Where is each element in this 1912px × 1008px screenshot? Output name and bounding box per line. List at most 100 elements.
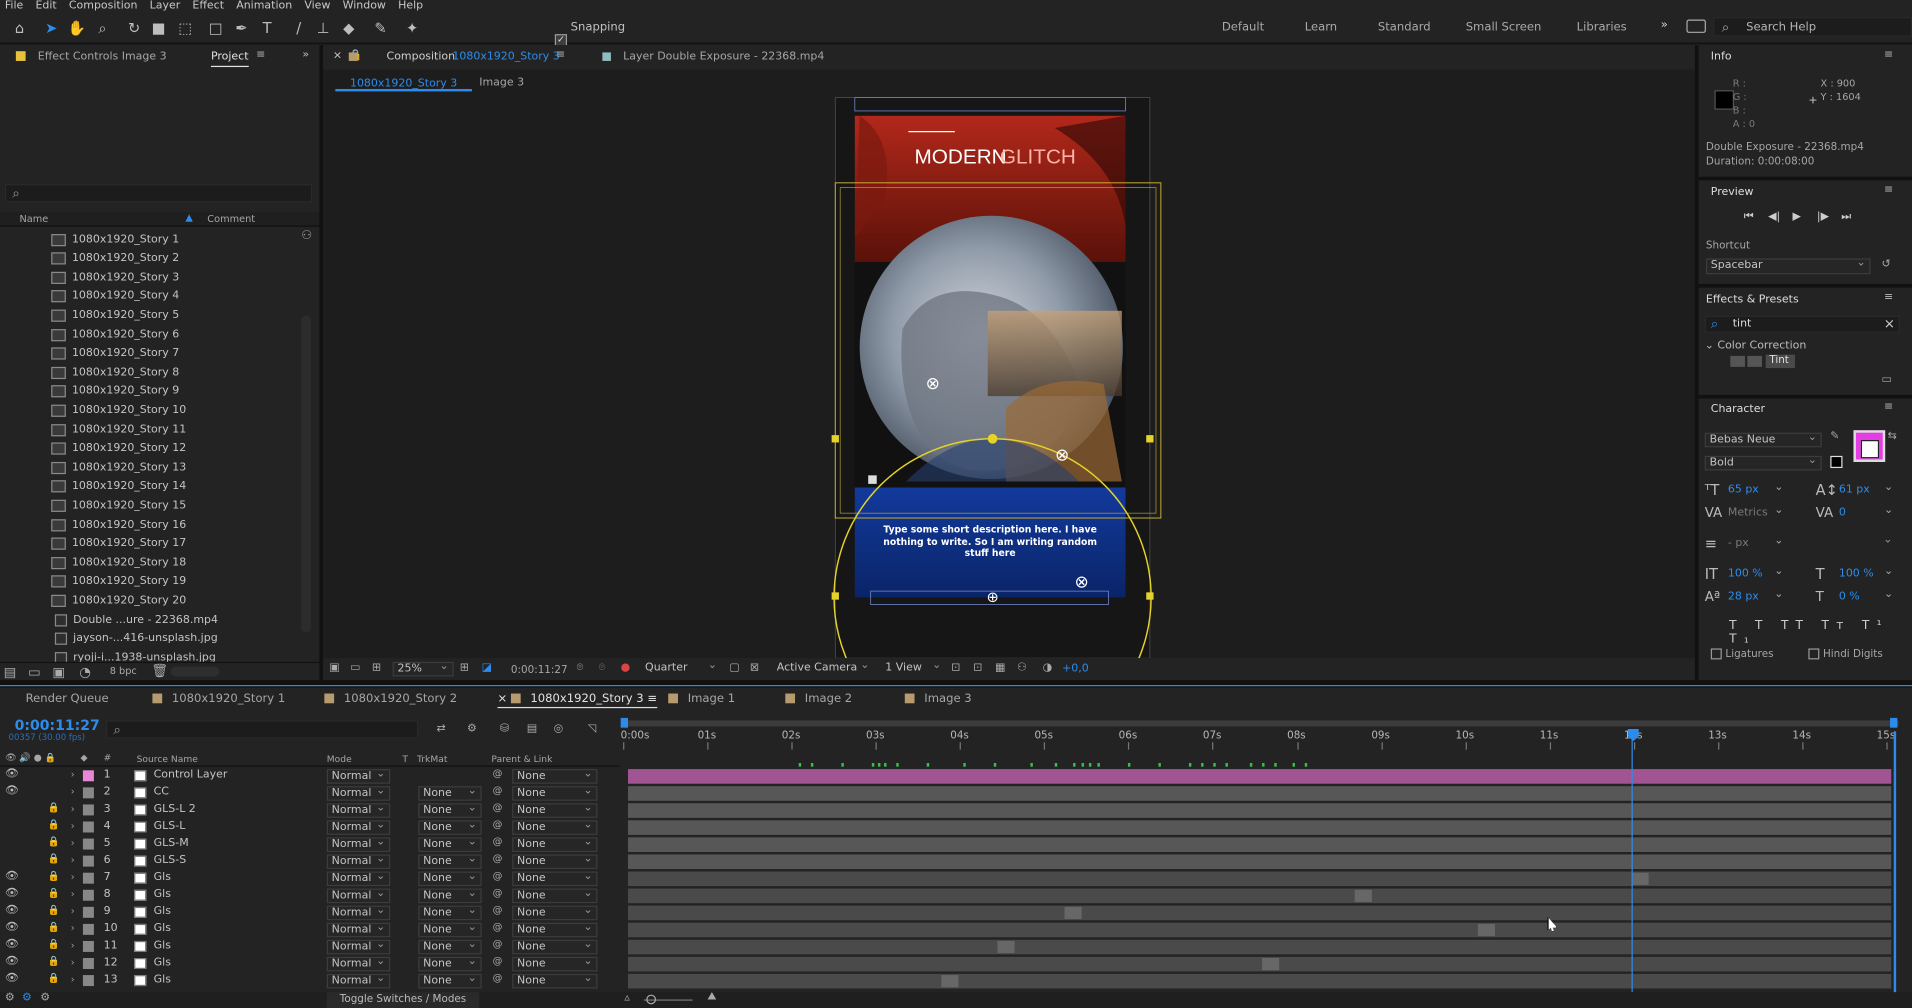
flowchart-icon[interactable]: ⚇ bbox=[1017, 662, 1027, 674]
blend-mode-select[interactable]: Normal bbox=[326, 836, 391, 852]
grid-icon[interactable]: ⊞ bbox=[460, 662, 469, 674]
timeline-tab[interactable]: Image 3 bbox=[904, 692, 972, 706]
layer-name[interactable]: Gls bbox=[154, 940, 171, 952]
keyframe-marker[interactable] bbox=[841, 763, 844, 767]
layer-label-color[interactable] bbox=[82, 872, 94, 884]
lock-icon[interactable]: 🔒 bbox=[48, 819, 60, 830]
selection-tool-icon[interactable]: ➤ bbox=[40, 17, 62, 39]
zoom-select[interactable]: 25% bbox=[392, 661, 454, 677]
layer-name[interactable]: Gls bbox=[154, 957, 171, 969]
menu-composition[interactable]: Composition bbox=[64, 0, 145, 13]
transform-center-icon[interactable]: ⊕ bbox=[986, 589, 998, 606]
rectangle-tool-icon[interactable]: □ bbox=[205, 17, 227, 39]
adjust-icon[interactable]: ◔ bbox=[79, 664, 91, 680]
chevron-right-icon[interactable]: › bbox=[71, 769, 75, 780]
reset-icon[interactable]: ↺ bbox=[1882, 258, 1891, 270]
eraser-tool-icon[interactable]: ◆ bbox=[338, 17, 360, 39]
workspace-small-screen[interactable]: Small Screen bbox=[1466, 21, 1542, 34]
new-folder-icon[interactable]: ▭ bbox=[28, 664, 41, 680]
parent-select[interactable]: None bbox=[512, 836, 598, 852]
clone-stamp-tool-icon[interactable]: ⊥ bbox=[312, 17, 334, 39]
layer-name[interactable]: Control Layer bbox=[154, 769, 228, 781]
timeline-layer-row[interactable]: 👁 🔒 › 11 Gls Normal None @ None bbox=[0, 939, 1912, 956]
chevron-right-icon[interactable]: › bbox=[71, 854, 75, 865]
trkmat-select[interactable]: None bbox=[418, 939, 482, 955]
project-composition-item[interactable]: 1080x1920_Story 9 bbox=[51, 382, 307, 400]
first-frame-icon[interactable]: ⏮ bbox=[1744, 211, 1754, 223]
info-menu-icon[interactable]: ≡ bbox=[1884, 49, 1893, 61]
handle-left[interactable] bbox=[831, 435, 839, 443]
column-source-name[interactable]: Source Name bbox=[137, 753, 198, 764]
layer-name[interactable]: CC bbox=[154, 786, 169, 798]
pick-whip-icon[interactable]: @ bbox=[493, 836, 503, 847]
layer-name[interactable]: Gls bbox=[154, 974, 171, 986]
rotate-tool-icon[interactable]: ↻ bbox=[123, 17, 145, 39]
layer-clip-block[interactable] bbox=[941, 975, 959, 988]
trkmat-select[interactable]: None bbox=[418, 870, 482, 887]
layer-clip-block[interactable] bbox=[1631, 872, 1649, 885]
layer-label-color[interactable] bbox=[82, 855, 94, 867]
pick-whip-icon[interactable]: @ bbox=[493, 785, 503, 796]
trkmat-select[interactable]: None bbox=[418, 887, 482, 904]
trkmat-select[interactable]: None bbox=[418, 853, 482, 870]
blend-mode-select[interactable]: Normal bbox=[326, 853, 391, 870]
keyframe-marker[interactable] bbox=[1188, 763, 1192, 767]
layer-duration-bar[interactable] bbox=[627, 922, 1892, 938]
thumbnail-size-slider[interactable] bbox=[170, 666, 220, 677]
menu-edit[interactable]: Edit bbox=[31, 0, 64, 13]
blend-mode-select[interactable]: Normal bbox=[326, 819, 391, 835]
eye-icon[interactable]: 👁 bbox=[5, 956, 19, 968]
layer-duration-bar[interactable] bbox=[627, 854, 1892, 870]
timeline-layer-row[interactable]: 🔒 › 5 GLS-M Normal None @ None bbox=[0, 836, 1912, 853]
layer-name[interactable]: GLS-L bbox=[154, 820, 186, 832]
column-t[interactable]: T bbox=[402, 753, 408, 764]
pick-whip-icon[interactable]: @ bbox=[493, 921, 503, 932]
help-search-input[interactable]: ⌕ Search Help bbox=[1713, 17, 1912, 37]
blend-mode-select[interactable]: Normal bbox=[326, 768, 391, 784]
exposure-icon[interactable]: ◑ bbox=[1043, 662, 1053, 674]
project-composition-item[interactable]: 1080x1920_Story 8 bbox=[51, 363, 307, 381]
blend-mode-select[interactable]: Normal bbox=[326, 887, 391, 904]
layer-duration-bar[interactable] bbox=[627, 956, 1892, 972]
snapshot-icon[interactable]: ⌾ bbox=[577, 662, 584, 674]
baseline-shift-value[interactable]: 28 px bbox=[1728, 591, 1759, 603]
black-swatch[interactable] bbox=[1830, 455, 1843, 469]
stroke-width-value[interactable]: - px bbox=[1728, 538, 1749, 550]
handle-bottom-left[interactable] bbox=[831, 592, 839, 600]
blend-mode-select[interactable]: Normal bbox=[326, 802, 391, 818]
keyframe-marker[interactable] bbox=[1249, 763, 1253, 767]
project-composition-item[interactable]: 1080x1920_Story 19 bbox=[51, 573, 307, 591]
column-mode[interactable]: Mode bbox=[327, 753, 352, 764]
eye-icon[interactable]: 👁 bbox=[5, 973, 19, 985]
keyframe-marker[interactable] bbox=[963, 763, 966, 767]
zoom-slider-thumb[interactable] bbox=[646, 994, 657, 1005]
puppet-tool-icon[interactable]: ✦ bbox=[401, 17, 423, 39]
layer-duration-bar[interactable] bbox=[627, 786, 1892, 801]
lock-icon[interactable]: 🔒 bbox=[48, 904, 60, 915]
project-composition-item[interactable]: 1080x1920_Story 15 bbox=[51, 497, 307, 515]
monitor-icon[interactable]: ▭ bbox=[350, 662, 360, 674]
graph-editor-icon[interactable]: ◹ bbox=[588, 723, 596, 735]
menu-window[interactable]: Window bbox=[338, 0, 393, 13]
trkmat-select[interactable]: None bbox=[418, 836, 482, 852]
keyframe-marker[interactable] bbox=[871, 763, 875, 767]
zoom-tool-icon[interactable]: ⌕ bbox=[91, 17, 113, 39]
chevron-right-icon[interactable]: › bbox=[71, 974, 75, 985]
view-layout-select[interactable]: 1 View bbox=[882, 659, 945, 677]
project-composition-item[interactable]: 1080x1920_Story 1 bbox=[51, 230, 307, 248]
project-composition-item[interactable]: 1080x1920_Story 7 bbox=[51, 344, 307, 362]
project-composition-item[interactable]: 1080x1920_Story 6 bbox=[51, 325, 307, 343]
ligatures-checkbox[interactable] bbox=[1710, 648, 1722, 660]
character-menu-icon[interactable]: ≡ bbox=[1884, 401, 1893, 413]
parent-select[interactable]: None bbox=[512, 956, 598, 972]
resolution-select[interactable]: Quarter bbox=[641, 659, 720, 677]
label-icon[interactable]: ◆ bbox=[80, 752, 87, 763]
parent-select[interactable]: None bbox=[512, 870, 598, 887]
project-composition-item[interactable]: 1080x1920_Story 3 bbox=[51, 268, 307, 286]
timeline-tab[interactable]: Image 1 bbox=[668, 692, 735, 706]
keyframe-marker[interactable] bbox=[877, 763, 881, 767]
project-composition-item[interactable]: 1080x1920_Story 10 bbox=[51, 401, 307, 419]
panel-menu-icon[interactable]: ≡ bbox=[256, 49, 265, 61]
lock-icon[interactable]: 🔒 bbox=[48, 956, 60, 967]
lock-icon[interactable]: 🔒 bbox=[48, 836, 60, 847]
